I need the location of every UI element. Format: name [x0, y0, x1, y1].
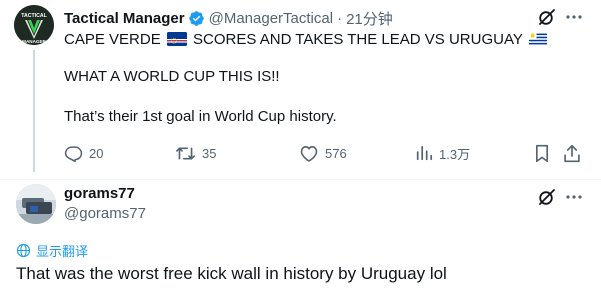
reply-text: That was the worst free kick wall in his… [16, 264, 447, 283]
svg-text:TACTICAL: TACTICAL [21, 13, 47, 19]
reply-button[interactable]: 20 [64, 142, 103, 164]
verified-badge-icon [188, 10, 205, 27]
views-button[interactable]: 1.3万 [415, 142, 470, 164]
share-button[interactable] [563, 142, 581, 164]
tweet-header: Tactical Manager @ManagerTactical · 21分钟 [64, 8, 393, 28]
thread-line [33, 50, 35, 172]
reply-icon [64, 145, 83, 162]
globe-icon [16, 243, 31, 257]
grok-icon[interactable] [534, 4, 560, 30]
like-button[interactable]: 576 [299, 142, 347, 164]
author-name[interactable]: Tactical Manager [64, 10, 185, 27]
avatar[interactable]: TACTICAL MANAGER [14, 5, 54, 45]
cape-verde-flag-icon [166, 32, 187, 52]
tweet-text-line-1: CAPE VERDE SCORES AND TAKES THE LEAD VS … [64, 30, 549, 52]
tactical-manager-logo: TACTICAL MANAGER [14, 5, 54, 45]
retweet-count: 35 [202, 145, 217, 161]
bookmark-button[interactable] [533, 142, 551, 164]
author-name[interactable]: gorams77 [64, 185, 135, 202]
retweet-button[interactable]: 35 [175, 142, 216, 164]
tweet-text-part: SCORES AND TAKES THE LEAD VS URUGUAY [193, 31, 523, 48]
show-translation-link[interactable]: 显示翻译 [16, 241, 88, 259]
views-icon [416, 145, 433, 161]
like-icon [300, 145, 318, 162]
separator-dot: · [337, 9, 343, 27]
tweet-text-line-2: WHAT A WORLD CUP THIS IS!! [64, 68, 280, 85]
tweet-text-part: CAPE VERDE [64, 31, 161, 48]
tweet-actions: 20 35 576 1.3万 [64, 142, 589, 164]
share-icon [564, 144, 580, 162]
view-count: 1.3万 [439, 146, 471, 162]
tweet-time[interactable]: 21分钟 [346, 8, 393, 29]
reply-tweet[interactable]: gorams77 @gorams77 显示翻译 That was the wor… [0, 180, 601, 292]
retweet-icon [176, 146, 195, 160]
main-tweet[interactable]: TACTICAL MANAGER Tactical Manager @Manag… [0, 0, 601, 179]
grok-icon[interactable] [534, 184, 560, 210]
author-handle[interactable]: @gorams77 [64, 205, 146, 222]
more-dots-icon[interactable] [561, 184, 587, 210]
bookmark-icon [535, 144, 549, 162]
uruguay-flag-icon [528, 32, 547, 52]
reply-count: 20 [89, 145, 104, 161]
author-handle[interactable]: @ManagerTactical [209, 10, 333, 27]
more-dots-icon[interactable] [561, 4, 587, 30]
show-translation-label: 显示翻译 [36, 243, 89, 259]
tweet-text-line-3: That’s their 1st goal in World Cup histo… [64, 108, 337, 125]
like-count: 576 [325, 145, 347, 161]
avatar[interactable] [16, 184, 56, 224]
user-photo-icon [16, 184, 56, 224]
svg-text:MANAGER: MANAGER [22, 39, 46, 44]
